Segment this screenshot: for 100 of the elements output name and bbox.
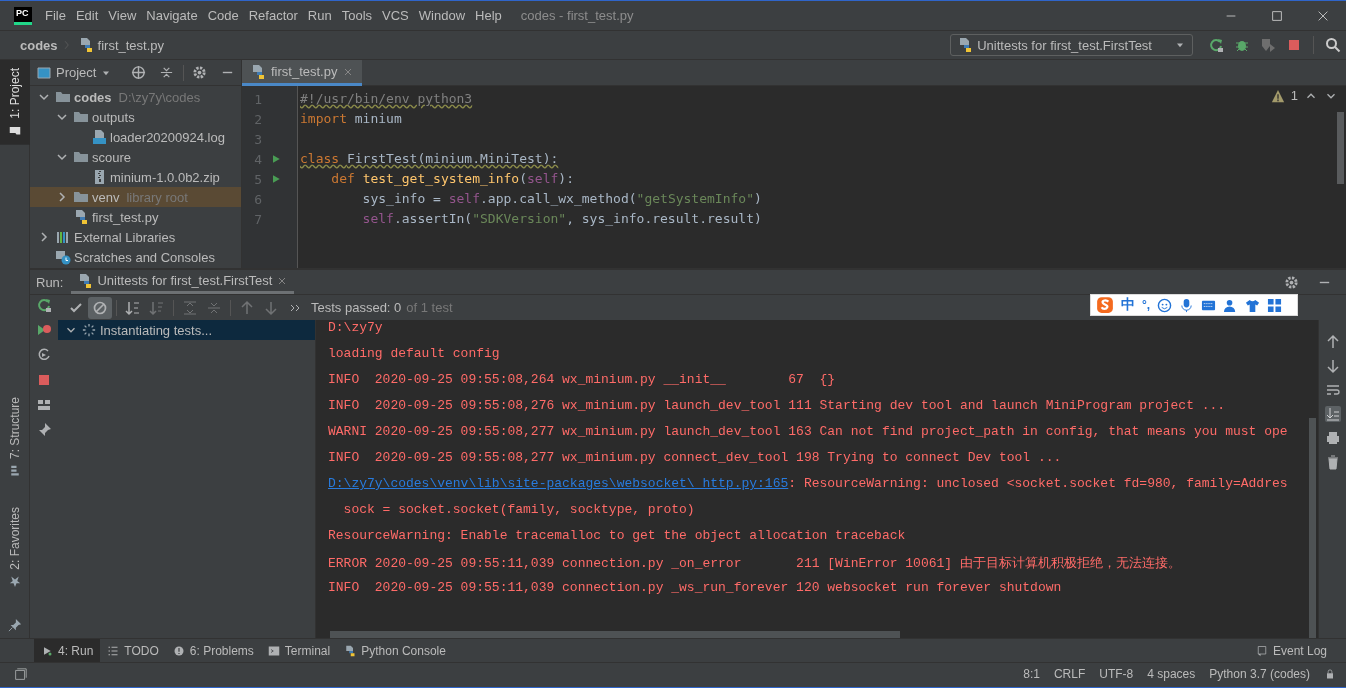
layout-icon[interactable] <box>36 397 52 413</box>
breadcrumb-item[interactable]: codes <box>20 37 58 53</box>
toggle-button[interactable] <box>88 296 112 319</box>
file-link[interactable]: D:\zy7y\codes\venv\lib\site-packages\websocket\_http.py:165 <box>328 476 789 502</box>
soft-wrap-icon[interactable] <box>1324 382 1341 398</box>
tree-row[interactable]: loader20200924.log <box>30 127 241 147</box>
locate-icon[interactable] <box>131 65 147 80</box>
python-console-icon <box>344 644 357 657</box>
breadcrumb-item[interactable]: first_test.py <box>97 37 165 53</box>
sort-alphabetical-icon[interactable] <box>125 299 141 316</box>
tool-window-tab[interactable]: TODO <box>100 638 166 663</box>
menu-item[interactable]: Navigate <box>141 8 203 23</box>
pin-icon[interactable] <box>7 618 22 632</box>
terminal-icon <box>267 644 280 657</box>
tree-row[interactable]: first_test.py <box>30 207 241 227</box>
status-item[interactable]: 4 spaces <box>1147 667 1196 681</box>
menu-item[interactable]: Code <box>202 8 244 23</box>
run-gutter-icon[interactable] <box>270 153 282 165</box>
file-name: loader20200924.log <box>110 129 225 145</box>
console-line: loading default config <box>328 346 500 363</box>
rerun-icon[interactable] <box>36 297 52 313</box>
arrow-down-icon[interactable] <box>1324 358 1341 374</box>
tree-row[interactable]: minium-1.0.0b2.zip <box>30 167 241 187</box>
tool-window-tab[interactable]: 4: Run <box>34 638 101 663</box>
maximize-icon[interactable] <box>1270 8 1284 23</box>
ignored-icon <box>92 299 108 316</box>
project-view-dropdown[interactable]: Project <box>56 65 113 80</box>
console-line: sock = socket.socket(family, socktype, proto) <box>342 502 695 519</box>
menu-item[interactable]: File <box>40 8 71 23</box>
tree-row[interactable]: outputs <box>30 107 241 127</box>
scroll-to-end-icon[interactable] <box>1324 406 1341 422</box>
run-gutter-icon[interactable] <box>270 173 282 185</box>
tool-windows-icon[interactable] <box>14 667 27 681</box>
status-item[interactable]: UTF-8 <box>1099 667 1134 681</box>
console-line: ERROR 2020-09-25 09:55:11,039 connection.py _on_error 211 [WinError 10061] 由于目标计算机积极拒绝，无法连接。 <box>328 555 1181 573</box>
collapse-icon[interactable] <box>158 65 174 80</box>
file-name: minium-1.0.0b2.zip <box>110 169 220 185</box>
rerun-icon[interactable] <box>1208 37 1224 53</box>
menu-item[interactable]: VCS <box>377 8 414 23</box>
console-line: ResourceWarning: Enable tracemalloc to get the object allocation traceback <box>328 528 906 545</box>
tool-window-tab[interactable]: 1: Project <box>0 60 30 145</box>
vertical-scrollbar[interactable] <box>1309 418 1316 638</box>
menu-item[interactable]: Refactor <box>243 8 303 23</box>
tool-window-tab[interactable]: Terminal <box>260 638 338 663</box>
tool-window-tab[interactable]: 6: Problems <box>165 638 261 663</box>
scrollbar[interactable] <box>1337 112 1344 184</box>
settings-icon[interactable] <box>1284 274 1299 290</box>
status-item[interactable]: 8:1 <box>1023 667 1040 681</box>
file-name: outputs <box>92 109 135 125</box>
console-line: D:\zy7y <box>328 320 383 337</box>
python-file-icon <box>250 63 266 80</box>
stop-icon[interactable] <box>36 372 52 388</box>
tree-row[interactable]: venv library root <box>30 187 241 207</box>
console-line: WARNI 2020-09-25 09:55:08,277 wx_minium.py launch_dev_tool 163 Can not find project_path in config, that means you must ope <box>328 424 1288 441</box>
status-item[interactable]: CRLF <box>1053 667 1086 681</box>
path-hint: library root <box>126 189 188 205</box>
menu-item[interactable]: Tools <box>336 8 378 23</box>
menu-item[interactable]: Window <box>413 8 471 23</box>
tree-row[interactable]: scoure <box>30 147 241 167</box>
menu-item[interactable]: View <box>103 8 142 23</box>
warning-icon[interactable] <box>1270 88 1285 103</box>
menu-item[interactable]: Run <box>302 8 337 23</box>
file-name: venv <box>92 189 120 205</box>
event-log-tab[interactable]: Event Log <box>1248 638 1334 663</box>
path-hint: D:\zy7y\codes <box>118 89 201 105</box>
stop-icon[interactable] <box>1286 37 1302 53</box>
test-status: Tests passed: 0 <box>311 300 402 315</box>
tool-window-tab[interactable]: 2: Favorites <box>0 499 30 596</box>
console-line: INFO 2020-09-25 09:55:08,277 wx_minium.py connect_dev_tool 198 Trying to connect Dev tool ... <box>328 450 1062 467</box>
folder-icon <box>73 189 89 205</box>
folder-icon <box>55 89 71 105</box>
console-line: INFO 2020-09-25 09:55:11,039 connection.py _ws_run_forever 120 websocket run forever shutdown <box>328 580 1062 597</box>
menu-item[interactable]: Edit <box>70 8 104 23</box>
run-configuration-dropdown[interactable]: Unittests for first_test.FirstTest <box>950 34 1193 56</box>
file-name: scoure <box>92 149 132 165</box>
run-label: Run: <box>36 274 64 290</box>
window-icon <box>36 64 52 81</box>
horizontal-scrollbar[interactable] <box>330 631 900 638</box>
tool-window-tab[interactable]: 7: Structure <box>0 389 30 486</box>
search-icon[interactable] <box>1325 37 1341 53</box>
code-line: #!/usr/bin/env python3 <box>300 90 473 108</box>
run-tab[interactable]: Unittests for first_test.FirstTest <box>71 270 295 294</box>
folder-icon <box>73 109 89 125</box>
spinner-icon <box>82 323 96 337</box>
tree-row[interactable]: External Libraries <box>30 227 241 247</box>
status-item[interactable]: Python 3.7 (codes) <box>1209 667 1310 681</box>
editor-tab[interactable]: first_test.py <box>242 60 363 86</box>
todo-icon <box>107 644 120 657</box>
file-name: External Libraries <box>74 229 176 245</box>
print-icon[interactable] <box>1324 430 1341 446</box>
test-tree-row[interactable]: Instantiating tests... <box>58 320 315 340</box>
menu-item[interactable]: Help <box>470 8 507 23</box>
tree-row[interactable]: Scratches and Consoles <box>30 247 241 267</box>
settings-icon[interactable] <box>192 65 208 80</box>
structure-icon <box>8 465 21 478</box>
tool-window-tab[interactable]: Python Console <box>337 638 453 663</box>
python-test-icon <box>77 272 94 289</box>
folder-icon <box>73 149 89 165</box>
tree-row[interactable]: codes D:\zy7y\codes <box>30 87 241 107</box>
lock-icon[interactable] <box>1324 668 1336 680</box>
